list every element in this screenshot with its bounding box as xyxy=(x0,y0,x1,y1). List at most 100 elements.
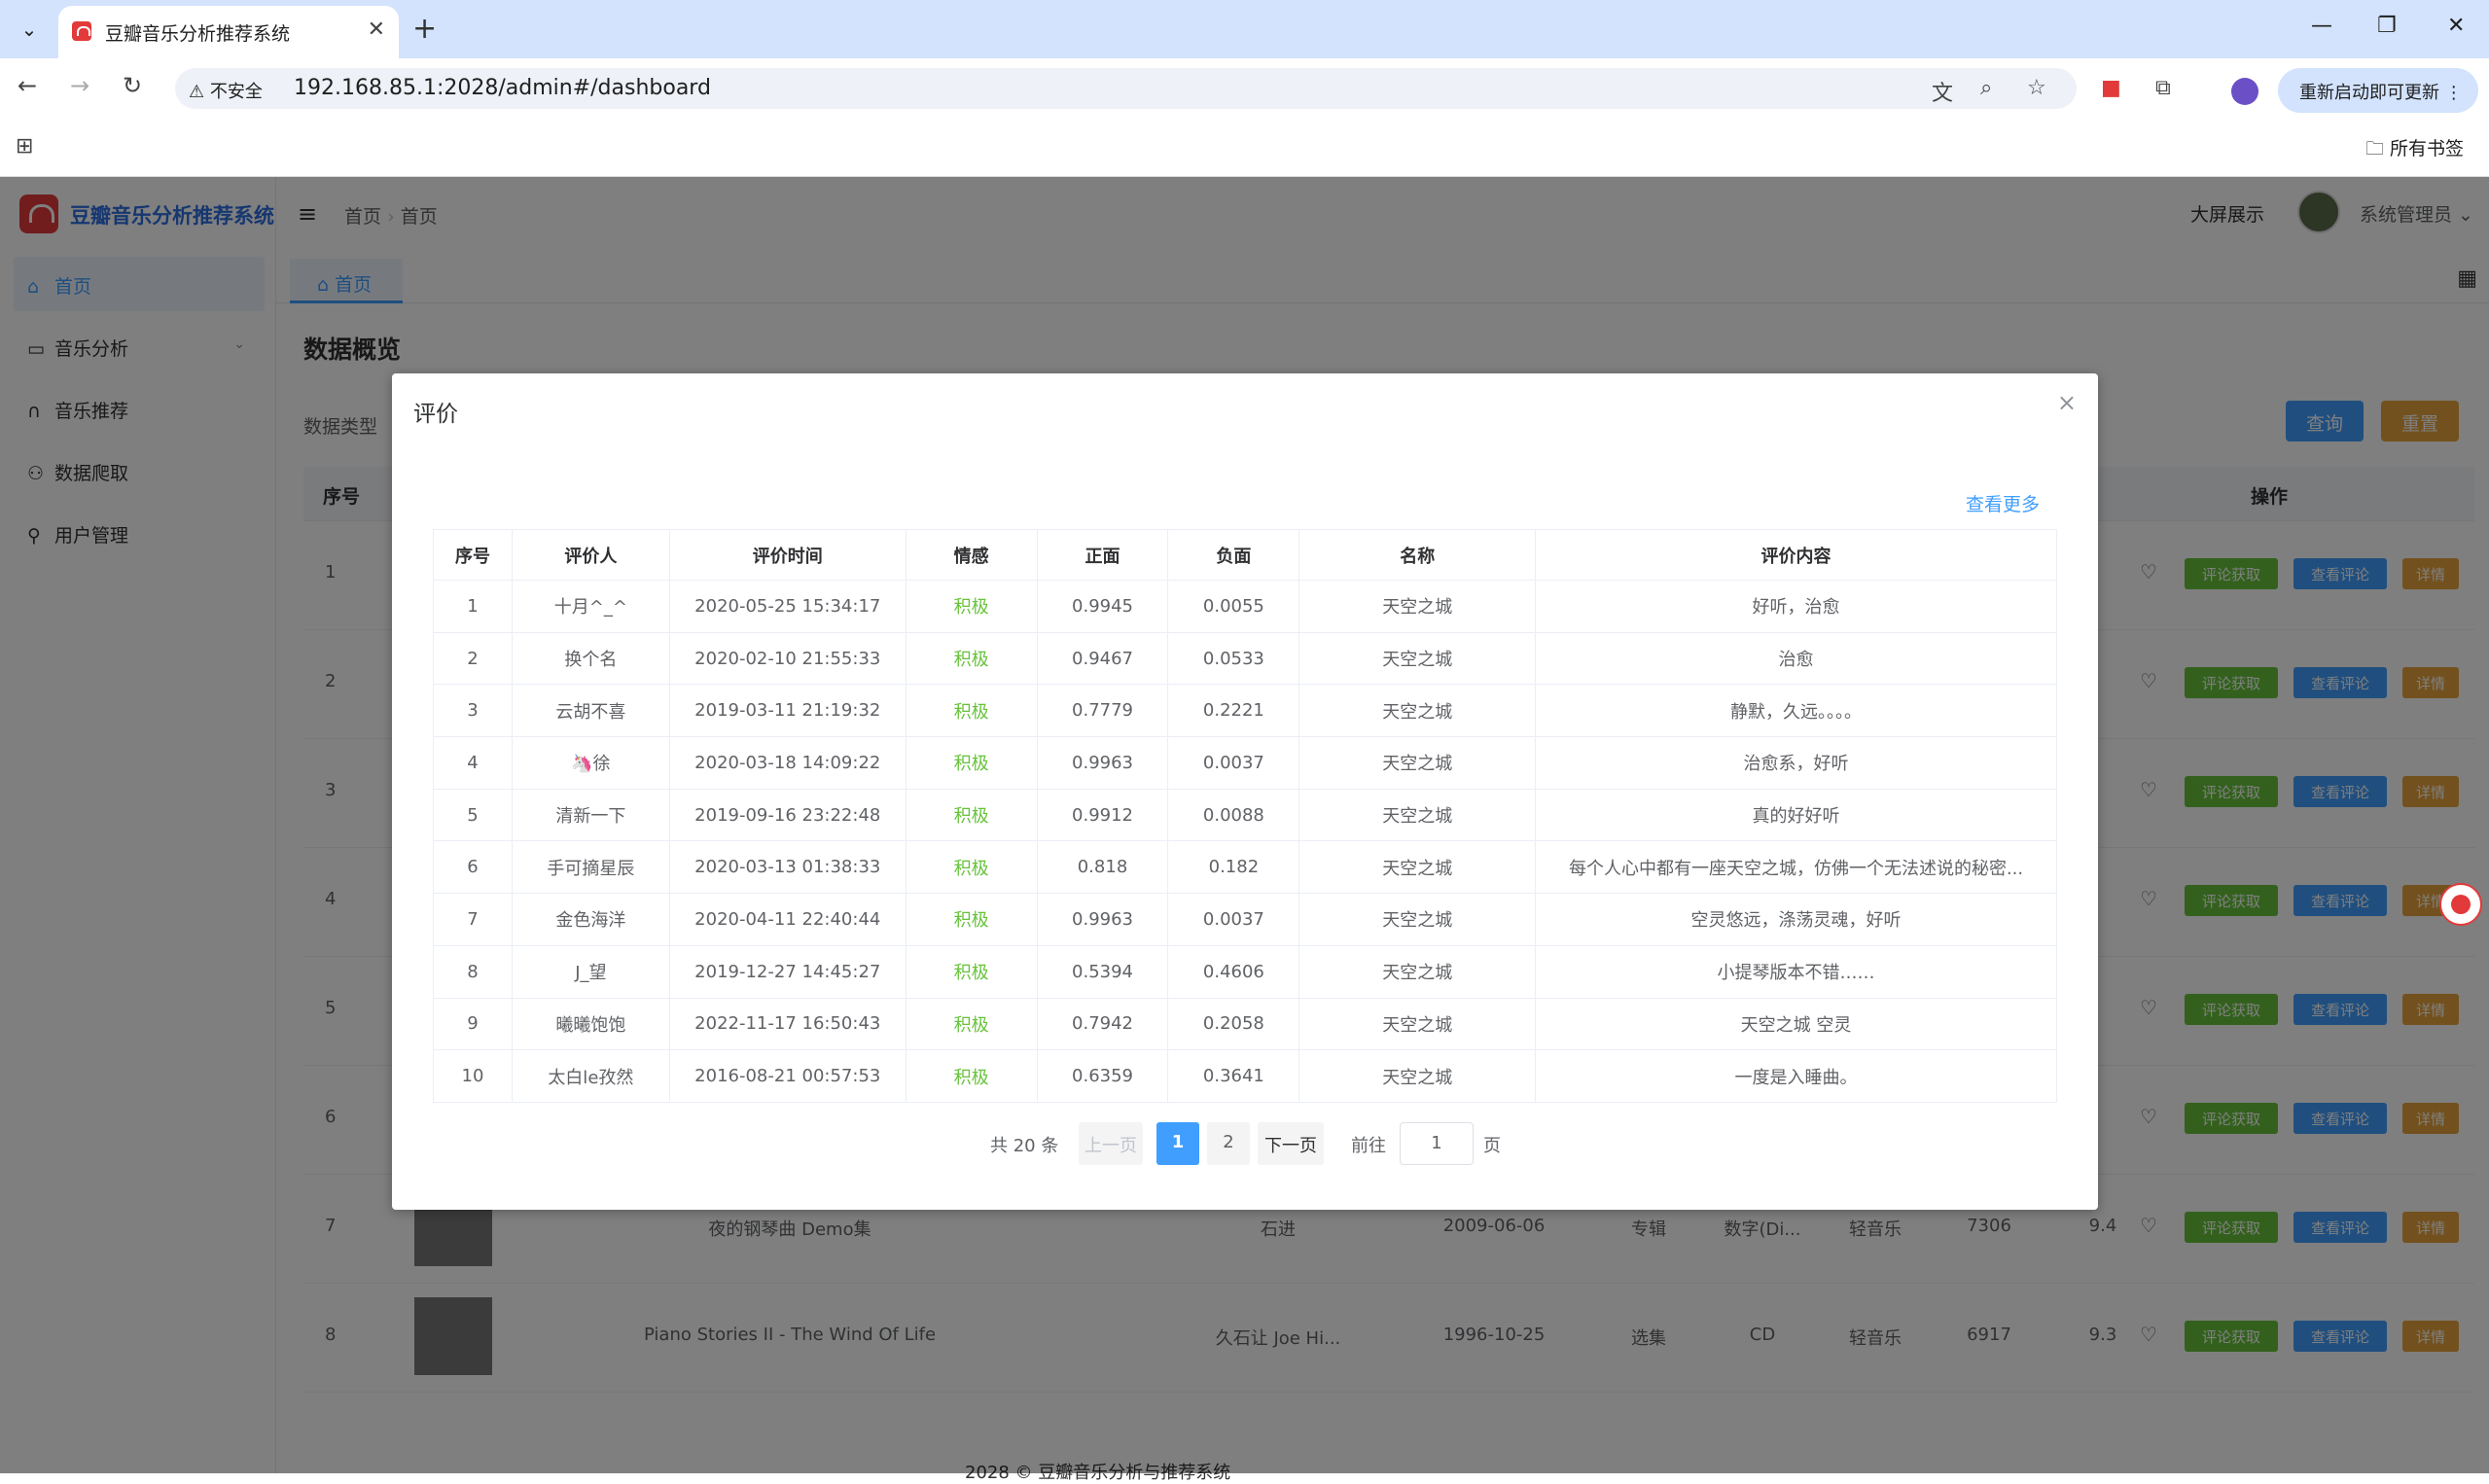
table-cell: 0.6359 xyxy=(1036,1049,1169,1103)
column-header: 评价人 xyxy=(511,529,670,581)
table-cell: 9 xyxy=(433,997,513,1051)
table-cell: 2 xyxy=(433,631,513,686)
goto-page-input[interactable]: 1 xyxy=(1400,1122,1474,1165)
column-header: 负面 xyxy=(1167,529,1300,581)
restore-icon[interactable]: ❐ xyxy=(2377,14,2397,38)
table-cell: 积极 xyxy=(905,840,1038,895)
close-icon[interactable]: × xyxy=(2057,389,2077,416)
new-tab-icon[interactable]: + xyxy=(412,12,437,46)
forward-icon[interactable]: → xyxy=(70,72,89,99)
profile-avatar-icon[interactable] xyxy=(2231,78,2258,105)
table-cell: 0.4606 xyxy=(1167,944,1300,999)
table-cell: 1 xyxy=(433,580,513,633)
reload-icon[interactable]: ↻ xyxy=(123,72,142,99)
table-cell: 手可摘星辰 xyxy=(511,840,670,895)
back-icon[interactable]: ← xyxy=(18,72,37,99)
table-cell: 好听，治愈 xyxy=(1535,580,2057,633)
table-cell: 2022-11-17 16:50:43 xyxy=(668,997,907,1051)
url-text[interactable]: 192.168.85.1:2028/admin#/dashboard xyxy=(294,76,711,100)
table-cell: 天空之城 xyxy=(1298,1049,1537,1103)
table-row: 6 手可摘星辰 2020-03-13 01:38:33 积极 0.818 0.182 天空之… xyxy=(433,840,2057,895)
next-page-button[interactable]: 下一页 xyxy=(1258,1122,1324,1165)
table-cell: 积极 xyxy=(905,580,1038,633)
table-cell: 0.5394 xyxy=(1036,944,1169,999)
bookmarks-bar: ⊞ 🗀 所有书签 xyxy=(0,117,2489,177)
table-cell: 0.9945 xyxy=(1036,580,1169,633)
table-cell: 清新一下 xyxy=(511,788,670,842)
table-cell: 0.0037 xyxy=(1167,893,1300,946)
table-cell: 天空之城 xyxy=(1298,684,1537,738)
page-2-button[interactable]: 2 xyxy=(1207,1122,1250,1165)
extension-translate-icon[interactable]: ■ xyxy=(2101,76,2121,100)
table-cell: 小提琴版本不错…… xyxy=(1535,944,2057,999)
table-cell: 2016-08-21 00:57:53 xyxy=(668,1049,907,1103)
table-row: 7 金色海洋 2020-04-11 22:40:44 积极 0.9963 0.0037 天空… xyxy=(433,893,2057,946)
table-cell: 积极 xyxy=(905,631,1038,686)
window-close-icon[interactable]: ✕ xyxy=(2447,14,2465,38)
minimize-icon[interactable]: — xyxy=(2311,14,2332,38)
column-header: 评价内容 xyxy=(1535,529,2057,581)
prev-page-button[interactable]: 上一页 xyxy=(1079,1122,1143,1165)
column-header: 情感 xyxy=(905,529,1038,581)
table-cell: 0.2058 xyxy=(1167,997,1300,1051)
table-cell: 云胡不喜 xyxy=(511,684,670,738)
table-cell: 天空之城 xyxy=(1298,788,1537,842)
tab-search-dropdown-icon[interactable]: ⌄ xyxy=(14,14,45,45)
table-row: 3 云胡不喜 2019-03-11 21:19:32 积极 0.7779 0.2221 天空… xyxy=(433,684,2057,738)
translate-icon[interactable]: 文 xyxy=(1932,76,1953,107)
page-1-button[interactable]: 1 xyxy=(1156,1122,1199,1165)
dialog-title: 评价 xyxy=(413,402,458,427)
table-cell: 0.3641 xyxy=(1167,1049,1300,1103)
column-header: 评价时间 xyxy=(668,529,907,581)
site-favicon-icon xyxy=(72,21,91,41)
browser-tabbar: ⌄ 豆瓣音乐分析推荐系统 ✕ + — ❐ ✕ xyxy=(0,0,2489,58)
table-cell: 天空之城 xyxy=(1298,580,1537,633)
table-cell: 积极 xyxy=(905,1049,1038,1103)
goto-label: 前往 xyxy=(1351,1136,1386,1156)
pagination-total: 共 20 条 xyxy=(990,1136,1059,1156)
table-cell: 太白le孜然 xyxy=(511,1049,670,1103)
table-row: 10 太白le孜然 2016-08-21 00:57:53 积极 0.6359 0.364… xyxy=(433,1049,2057,1103)
folder-icon: 🗀 xyxy=(2365,138,2391,159)
all-bookmarks[interactable]: 🗀 所有书签 xyxy=(2365,134,2464,166)
table-row: 4 🦄徐 2020-03-18 14:09:22 积极 0.9963 0.0037 天空之城… xyxy=(433,736,2057,790)
table-cell: 2020-05-25 15:34:17 xyxy=(668,580,907,633)
table-cell: 天空之城 xyxy=(1298,840,1537,895)
table-cell: 0.9963 xyxy=(1036,893,1169,946)
table-cell: 0.7942 xyxy=(1036,997,1169,1051)
table-cell: 天空之城 xyxy=(1298,736,1537,790)
pagination: 共 20 条 上一页 1 2 下一页 前往 1 页 xyxy=(392,1122,2098,1165)
table-cell: 换个名 xyxy=(511,631,670,686)
table-cell: 金色海洋 xyxy=(511,893,670,946)
table-cell: 2020-02-10 21:55:33 xyxy=(668,631,907,686)
extensions-puzzle-icon[interactable]: ⧉ xyxy=(2155,76,2171,100)
column-header: 序号 xyxy=(433,529,513,581)
table-cell: 天空之城 xyxy=(1298,631,1537,686)
review-table: 序号 评价人 评价时间 情感 正面 负面 名称 评价内容 1 十月^_^ 2020-05-25 1… xyxy=(433,529,2057,1103)
table-cell: 0.9912 xyxy=(1036,788,1169,842)
floating-translate-icon[interactable] xyxy=(2439,883,2482,926)
apps-grid-icon[interactable]: ⊞ xyxy=(16,134,33,159)
table-cell: 治愈 xyxy=(1535,631,2057,686)
table-cell: 0.9467 xyxy=(1036,631,1169,686)
browser-tab[interactable]: 豆瓣音乐分析推荐系统 ✕ xyxy=(58,6,399,58)
table-cell: 十月^_^ xyxy=(511,580,670,633)
table-cell: 7 xyxy=(433,893,513,946)
table-cell: 每个人心中都有一座天空之城，仿佛一个无法述说的秘密... xyxy=(1535,840,2057,895)
zoom-icon[interactable]: ⌕ xyxy=(1980,76,1992,100)
table-cell: 0.818 xyxy=(1036,840,1169,895)
table-cell: 天空之城 xyxy=(1298,997,1537,1051)
table-cell: 8 xyxy=(433,944,513,999)
table-cell: 5 xyxy=(433,788,513,842)
table-cell: 静默，久远。。。。 xyxy=(1535,684,2057,738)
warning-icon: ⚠ xyxy=(189,82,210,102)
table-cell: 3 xyxy=(433,684,513,738)
bookmark-star-icon[interactable]: ☆ xyxy=(2027,76,2046,100)
table-cell: 0.182 xyxy=(1167,840,1300,895)
address-bar[interactable]: ⚠ 不安全 192.168.85.1:2028/admin#/dashboard… xyxy=(175,68,2077,109)
see-more-link[interactable]: 查看更多 xyxy=(1966,490,2040,516)
update-button[interactable]: 重新启动即可更新 ⋮ xyxy=(2278,68,2478,113)
tab-title: 豆瓣音乐分析推荐系统 xyxy=(105,23,291,45)
tab-close-icon[interactable]: ✕ xyxy=(368,18,385,42)
insecure-label[interactable]: ⚠ 不安全 xyxy=(189,78,263,103)
